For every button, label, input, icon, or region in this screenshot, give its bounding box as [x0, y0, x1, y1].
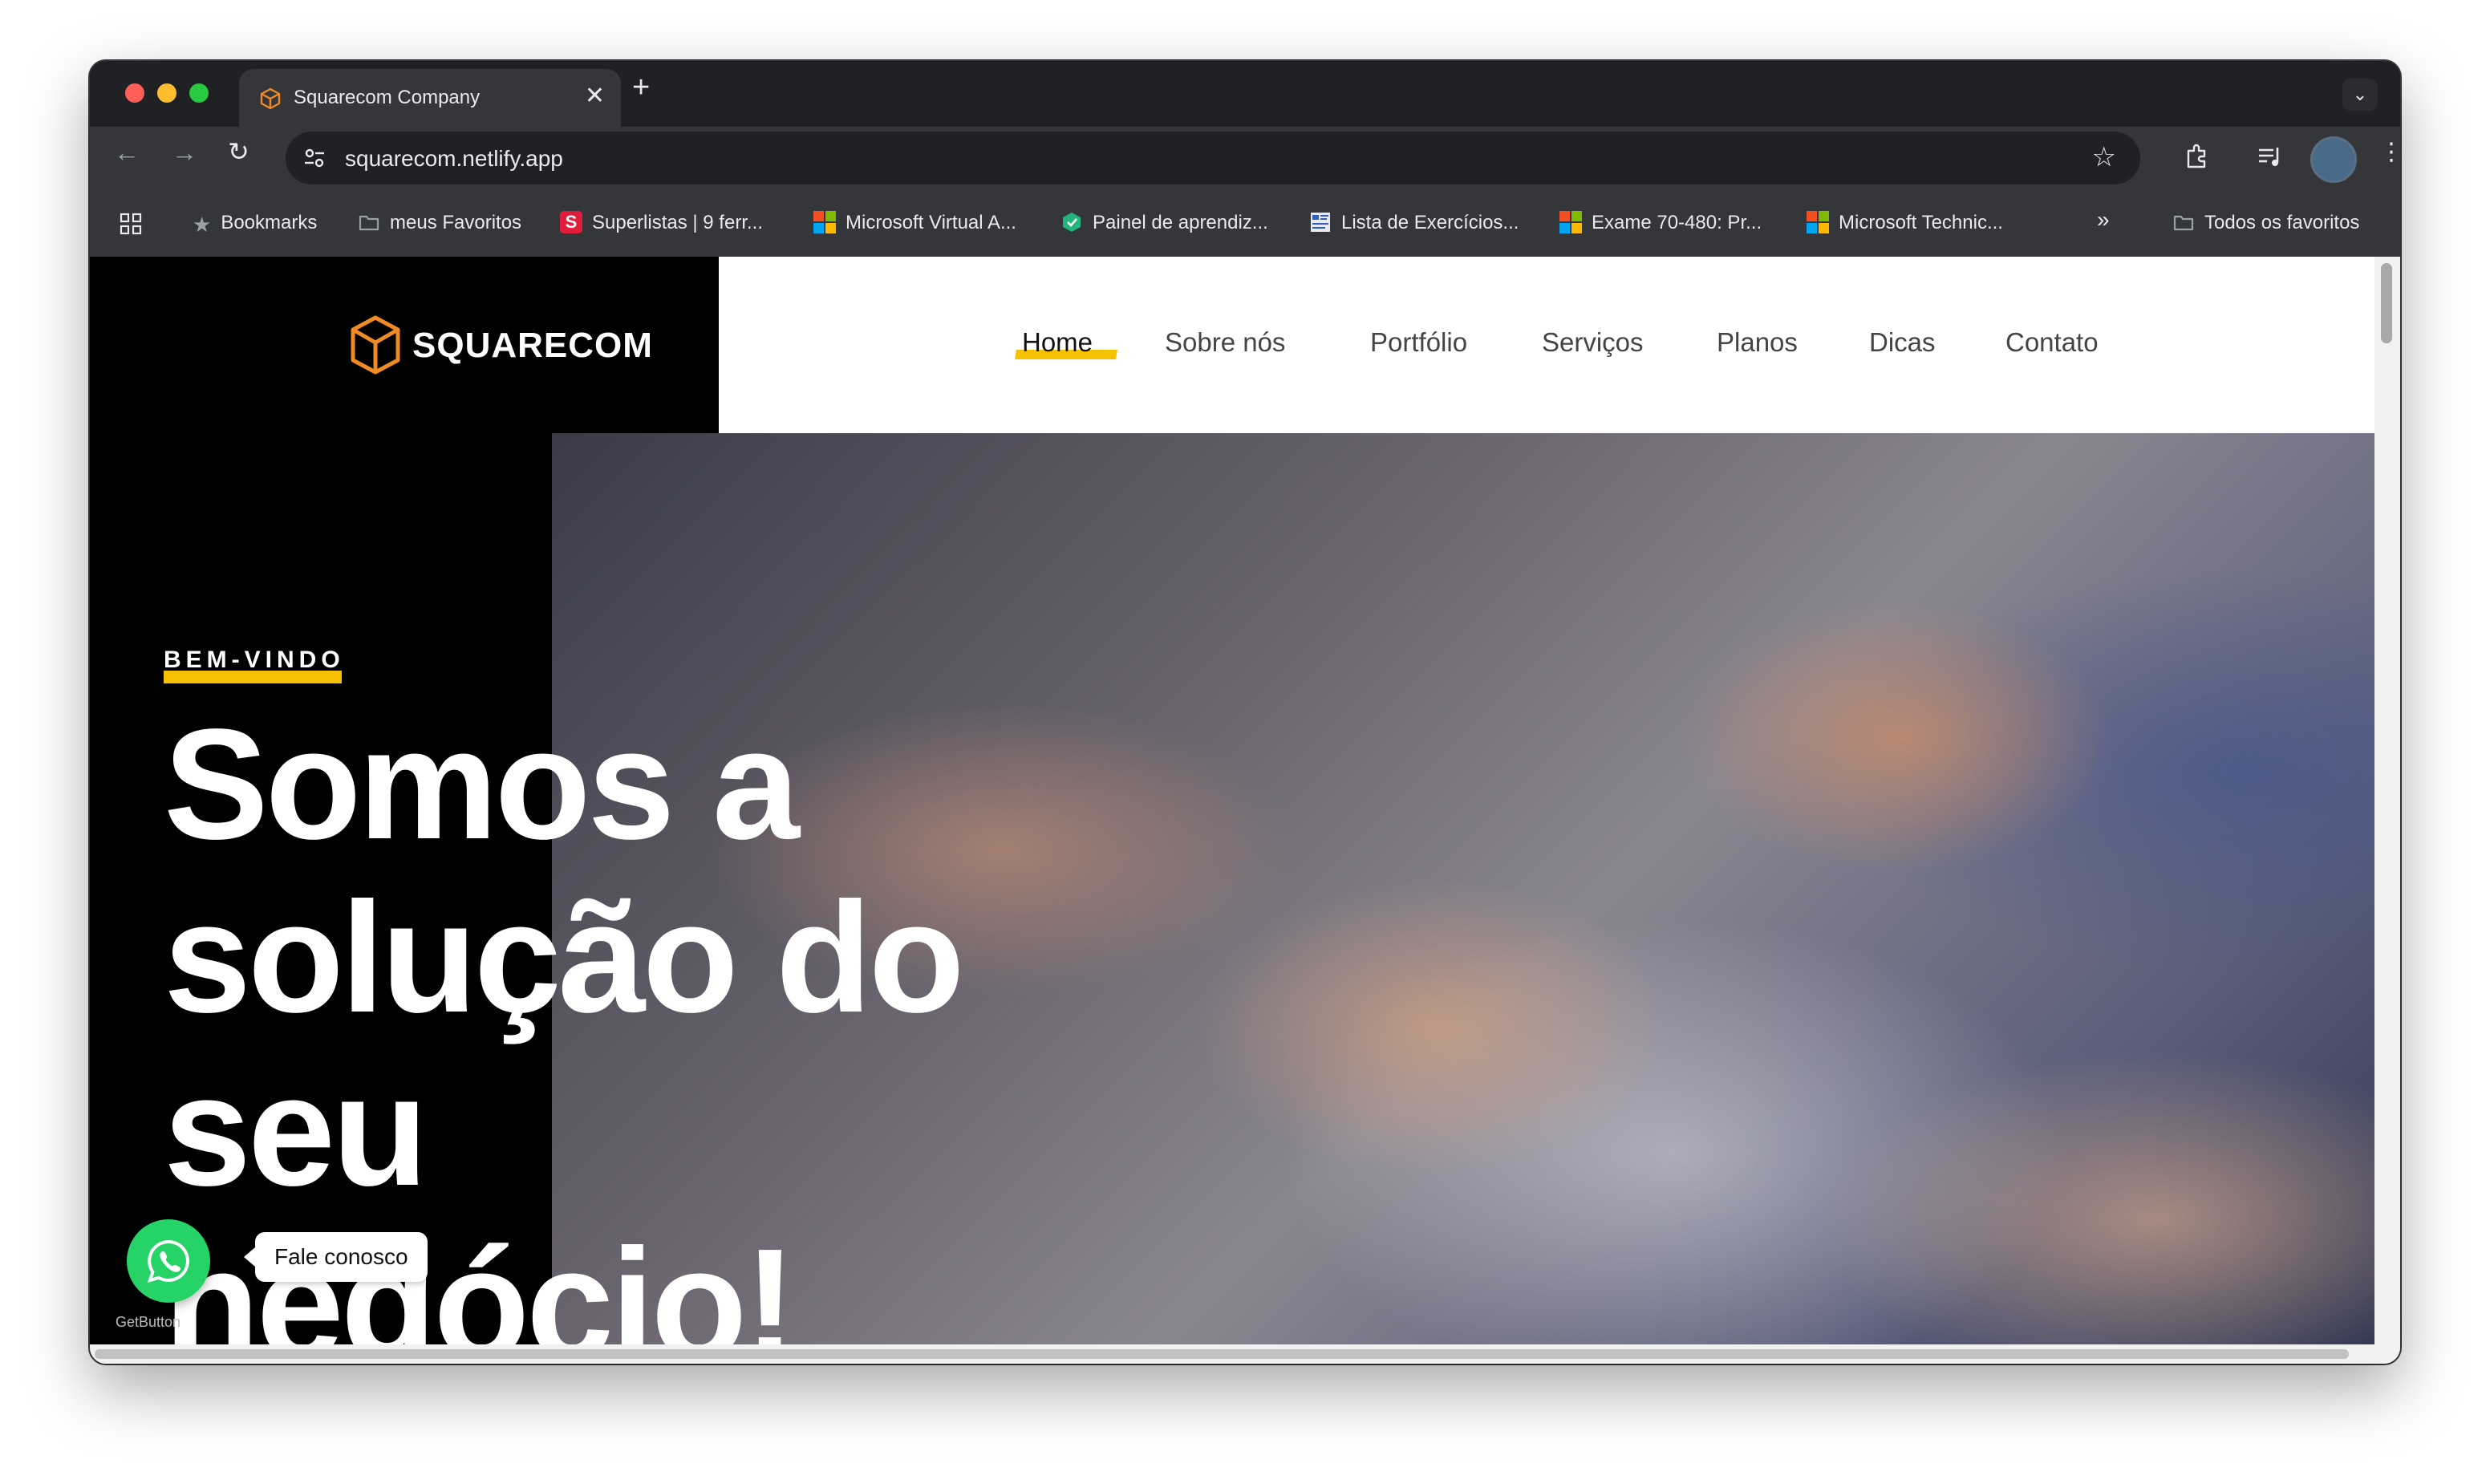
tab-search-button[interactable]: ⌄ — [2342, 79, 2378, 111]
superlistas-icon: S — [560, 210, 582, 233]
address-bar[interactable]: squarecom.netlify.app ☆ — [286, 132, 2140, 184]
minimize-window-button[interactable] — [157, 83, 176, 103]
close-window-button[interactable] — [125, 83, 144, 103]
browser-tab[interactable]: Squarecom Company ✕ — [239, 69, 621, 127]
vertical-scroll-thumb[interactable] — [2381, 263, 2392, 343]
lista-icon — [1311, 212, 1330, 232]
extensions-icon[interactable] — [2184, 143, 2211, 170]
bookmark-item[interactable]: Lista de Exercícios... — [1309, 212, 1519, 235]
bookmarks-overflow-button[interactable]: » — [2097, 207, 2110, 233]
nav-home[interactable]: Home — [1022, 327, 1093, 358]
nav-planos[interactable]: Planos — [1717, 327, 1798, 358]
bookmark-item[interactable]: Painel de aprendiz... — [1060, 212, 1268, 235]
painel-icon — [1063, 212, 1081, 232]
new-tab-button[interactable]: + — [632, 71, 650, 105]
reload-icon[interactable]: ↻ — [228, 136, 249, 167]
all-bookmarks-folder[interactable]: Todos os favoritos — [2172, 212, 2359, 235]
getbutton-credit[interactable]: GetButton — [116, 1314, 180, 1331]
bookmarks-bar: ★ Bookmarks meus Favoritos S Superlistas |… — [90, 191, 2400, 258]
apps-grid-icon[interactable] — [119, 212, 143, 236]
forward-arrow-icon[interactable]: → — [172, 138, 197, 168]
back-arrow-icon[interactable]: ← — [114, 138, 140, 168]
whatsapp-tooltip[interactable]: Fale conosco — [244, 1232, 428, 1282]
bookmark-item[interactable]: ★ Bookmarks — [193, 212, 317, 237]
folder-icon — [2173, 215, 2194, 230]
profile-avatar[interactable] — [2310, 136, 2357, 183]
nav-contato[interactable]: Contato — [2005, 327, 2099, 358]
url-text: squarecom.netlify.app — [345, 146, 563, 171]
microsoft-icon — [813, 210, 836, 233]
bookmark-folder[interactable]: meus Favoritos — [358, 212, 521, 235]
page-viewport: SQUARECOM Home Sobre nós Portfólio Servi… — [90, 257, 2400, 1364]
media-control-icon[interactable] — [2256, 143, 2283, 170]
bookmark-item[interactable]: Exame 70-480: Pr... — [1559, 210, 1762, 235]
browser-menu-icon[interactable]: ⋮ — [2379, 138, 2400, 166]
star-icon: ★ — [193, 212, 212, 237]
nav-servicos[interactable]: Serviços — [1542, 327, 1644, 358]
logo-text: SQUARECOM — [412, 326, 653, 365]
whatsapp-button[interactable] — [127, 1219, 210, 1303]
squarecom-favicon-icon — [260, 87, 281, 110]
horizontal-scrollbar[interactable] — [90, 1344, 2374, 1364]
nav-sobre-nos[interactable]: Sobre nós — [1165, 327, 1285, 358]
site-settings-icon[interactable] — [302, 145, 327, 171]
browser-window: Squarecom Company ✕ + ⌄ ← → ↻ squarecom.… — [90, 61, 2400, 1364]
headline-line: Somos a — [164, 696, 800, 872]
tab-strip: Squarecom Company ✕ + ⌄ — [90, 61, 2400, 127]
nav-portfolio[interactable]: Portfólio — [1370, 327, 1467, 358]
horizontal-scroll-thumb[interactable] — [95, 1349, 2349, 1359]
microsoft-icon — [1807, 210, 1829, 233]
bookmark-item[interactable]: Microsoft Virtual A... — [813, 210, 1016, 235]
microsoft-icon — [1559, 210, 1582, 233]
hero-kicker: BEM-VINDO — [164, 647, 345, 673]
whatsapp-icon — [147, 1239, 189, 1283]
bookmark-star-icon[interactable]: ☆ — [2092, 141, 2116, 173]
vertical-scrollbar[interactable] — [2374, 257, 2400, 1364]
tab-close-icon[interactable]: ✕ — [585, 82, 605, 110]
bookmark-item[interactable]: S Superlistas | 9 ferr... — [560, 210, 763, 235]
folder-icon — [359, 215, 379, 230]
bookmark-item[interactable]: Microsoft Technic... — [1807, 210, 2003, 235]
nav-dicas[interactable]: Dicas — [1869, 327, 1936, 358]
maximize-window-button[interactable] — [189, 83, 209, 103]
headline-line: solução do — [164, 870, 965, 1045]
headline-line: seu — [164, 1043, 428, 1218]
cube-logo-icon — [351, 315, 400, 375]
tab-title: Squarecom Company — [294, 87, 481, 108]
